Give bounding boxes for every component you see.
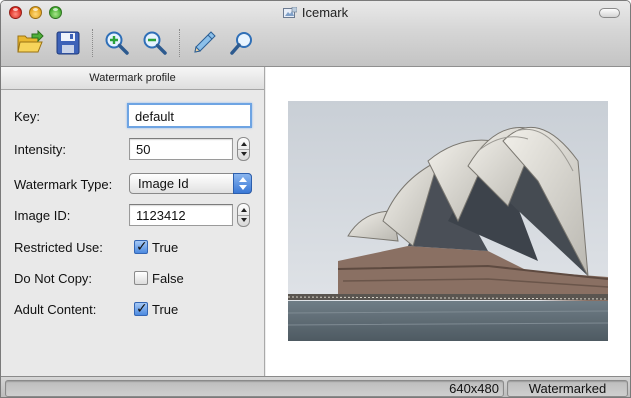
pencil-icon — [194, 31, 216, 53]
toolbar-separator — [179, 29, 180, 57]
intensity-stepper[interactable] — [237, 137, 250, 161]
opera-house-photo — [288, 101, 608, 341]
do-not-copy-row: Do Not Copy: False — [1, 267, 265, 291]
floppy-disk-icon — [56, 31, 80, 55]
title-toolbar: Icemark — [1, 1, 630, 67]
checkmark-icon: ✓ — [136, 300, 148, 316]
toolbar-toggle-button[interactable] — [599, 8, 620, 18]
watermark-type-label: Watermark Type: — [14, 177, 113, 192]
do-not-copy-checkbox[interactable] — [134, 271, 148, 285]
panel-header: Watermark profile — [1, 67, 264, 90]
window-title: Icemark — [1, 5, 630, 20]
zoom-in-button[interactable] — [102, 28, 132, 58]
open-folder-icon — [17, 30, 44, 53]
image-id-input[interactable]: 1123412 — [129, 204, 233, 226]
image-dimensions: 640x480 — [5, 380, 504, 397]
restricted-use-row: Restricted Use: ✓ True — [1, 236, 265, 260]
zoom-out-icon — [143, 31, 167, 55]
window-title-text: Icemark — [301, 5, 349, 20]
watermark-type-row: Watermark Type: Image Id — [1, 173, 265, 197]
key-input[interactable]: default — [127, 103, 252, 128]
watermark-type-value: Image Id — [138, 176, 189, 191]
do-not-copy-label: Do Not Copy: — [14, 271, 93, 286]
adult-content-checkbox[interactable]: ✓ — [134, 300, 148, 316]
inspect-button[interactable] — [227, 28, 257, 58]
image-id-row: Image ID: 1123412 — [1, 203, 265, 228]
pencil-button[interactable] — [189, 28, 219, 58]
key-label: Key: — [14, 109, 41, 124]
key-row: Key: default — [1, 103, 265, 129]
intensity-label: Intensity: — [14, 142, 67, 157]
app-icon — [282, 7, 297, 18]
select-arrows-icon — [233, 173, 252, 194]
magnifier-icon — [230, 32, 252, 55]
intensity-row: Intensity: 50 — [1, 137, 265, 162]
image-id-stepper[interactable] — [237, 203, 250, 227]
watermark-status: Watermarked — [507, 380, 628, 397]
adult-content-label: Adult Content: — [14, 302, 97, 317]
adult-content-value: True — [152, 302, 179, 317]
stepper-divider — [238, 149, 249, 150]
status-bar: 640x480 Watermarked — [1, 376, 630, 397]
watermark-profile-panel: Watermark profile Key: default Intensity… — [1, 67, 265, 376]
restricted-use-checkbox[interactable]: ✓ — [134, 238, 148, 254]
app-window: Icemark Watermark profile Key: default I… — [0, 0, 631, 398]
image-id-label: Image ID: — [14, 208, 71, 223]
restricted-use-value: True — [152, 240, 179, 255]
intensity-input[interactable]: 50 — [129, 138, 233, 160]
watermark-type-select[interactable]: Image Id — [129, 173, 252, 194]
toolbar-separator — [92, 29, 93, 57]
photo-drawing — [288, 101, 608, 341]
save-button[interactable] — [53, 28, 83, 58]
checkmark-icon: ✓ — [136, 238, 148, 254]
do-not-copy-value: False — [152, 271, 184, 286]
image-preview-panel — [266, 67, 630, 376]
open-button[interactable] — [15, 28, 45, 58]
stepper-divider — [238, 215, 249, 216]
restricted-use-label: Restricted Use: — [14, 240, 103, 255]
zoom-in-icon — [105, 31, 129, 55]
toolbar — [15, 28, 265, 58]
zoom-out-button[interactable] — [140, 28, 170, 58]
adult-content-row: Adult Content: ✓ True — [1, 298, 265, 322]
